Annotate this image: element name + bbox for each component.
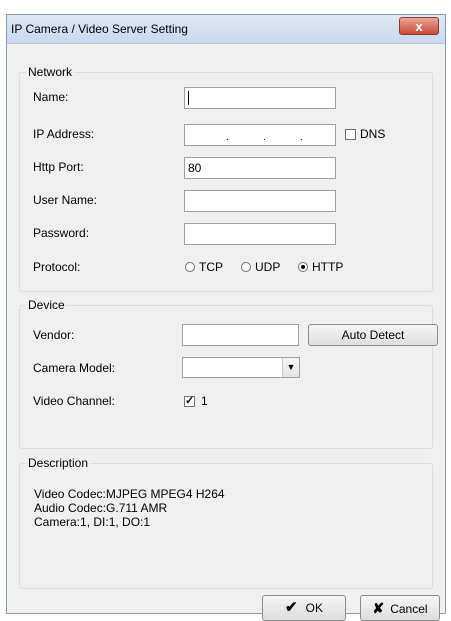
ok-label: OK	[305, 601, 323, 615]
auto-detect-button[interactable]: Auto Detect	[308, 324, 438, 346]
auto-detect-label: Auto Detect	[341, 328, 405, 342]
http-port-input[interactable]: 80	[184, 157, 336, 179]
window-title: IP Camera / Video Server Setting	[11, 22, 188, 36]
video-channel-checkbox[interactable]: ✓	[184, 396, 195, 407]
protocol-tcp-radio[interactable]	[185, 262, 195, 272]
dns-checkbox[interactable]	[345, 129, 356, 140]
x-mark-icon: ✘	[372, 600, 385, 616]
password-label: Password:	[33, 226, 90, 240]
device-group: Device Vendor: Auto Detect Camera Model:…	[19, 298, 438, 449]
name-label: Name:	[33, 90, 69, 104]
protocol-http-radio[interactable]	[298, 262, 308, 272]
ip-separator: .	[300, 132, 303, 143]
description-line: Video Codec:MJPEG MPEG4 H264	[34, 487, 225, 501]
dialog-body: Network Name: IP Address: . . . DNS Http…	[7, 44, 445, 621]
protocol-udp-radio[interactable]	[241, 262, 251, 272]
video-channel-value: 1	[201, 394, 208, 408]
protocol-udp-label: UDP	[255, 260, 281, 274]
video-channel-label: Video Channel:	[33, 394, 115, 408]
camera-model-select[interactable]: ▼	[182, 357, 300, 378]
description-line: Camera:1, DI:1, DO:1	[34, 515, 151, 529]
description-group: Description Video Codec:MJPEG MPEG4 H264…	[19, 456, 433, 589]
name-input[interactable]	[184, 87, 336, 109]
protocol-label: Protocol:	[33, 260, 81, 274]
user-name-label: User Name:	[33, 193, 98, 207]
ok-button[interactable]: ✔ OK	[262, 595, 346, 621]
user-name-input[interactable]	[184, 190, 336, 212]
camera-model-label: Camera Model:	[33, 361, 116, 375]
http-port-label: Http Port:	[33, 160, 84, 174]
ip-address-input[interactable]: . . .	[184, 124, 336, 146]
title-bar: IP Camera / Video Server Setting x	[7, 15, 445, 44]
close-button[interactable]: x	[399, 17, 439, 35]
device-legend: Device	[26, 298, 67, 312]
description-legend: Description	[26, 456, 91, 470]
network-legend: Network	[26, 65, 75, 79]
chevron-down-icon[interactable]: ▼	[282, 358, 299, 377]
settings-dialog: IP Camera / Video Server Setting x Netwo…	[6, 14, 446, 621]
protocol-http-label: HTTP	[312, 260, 344, 274]
ip-address-label: IP Address:	[33, 127, 95, 141]
ip-separator: .	[226, 132, 229, 143]
protocol-tcp-label: TCP	[199, 260, 223, 274]
dns-label: DNS	[360, 127, 386, 141]
close-icon: x	[415, 19, 423, 34]
network-group: Network Name: IP Address: . . . DNS Http…	[19, 65, 433, 292]
vendor-label: Vendor:	[33, 328, 75, 342]
text-cursor	[188, 91, 189, 105]
description-line: Audio Codec:G.711 AMR	[34, 501, 168, 515]
password-input[interactable]	[184, 223, 336, 245]
ip-separator: .	[263, 132, 266, 143]
vendor-input[interactable]	[182, 324, 299, 346]
cancel-button[interactable]: ✘ Cancel	[360, 595, 440, 621]
http-port-value: 80	[188, 161, 202, 175]
cancel-label: Cancel	[390, 602, 428, 616]
checkmark-icon: ✔	[285, 599, 298, 616]
